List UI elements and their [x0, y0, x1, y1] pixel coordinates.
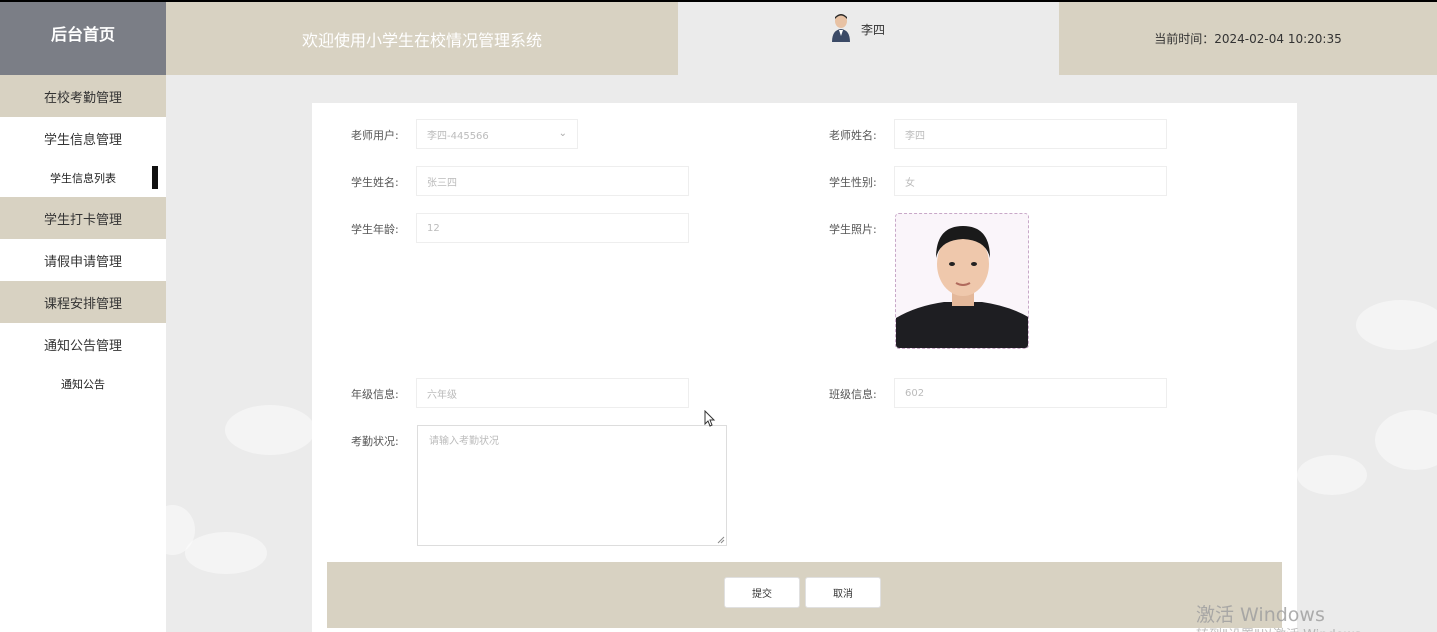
submit-button[interactable]: 提交	[724, 577, 800, 608]
student-photo-upload[interactable]	[895, 213, 1029, 349]
teacher-user-label: 老师用户:	[351, 129, 399, 142]
windows-activation-hint: 转到"设置"以激活 Windows	[1196, 624, 1361, 632]
sidebar-subitem-notice[interactable]: 通知公告	[0, 365, 166, 403]
teacher-name-field[interactable]: 李四	[894, 119, 1167, 149]
top-bar: 后台首页 欢迎使用小学生在校情况管理系统 李四 当前时间：2024-02-04 …	[0, 0, 1437, 75]
chevron-down-icon: ⌄	[558, 128, 567, 139]
system-title: 欢迎使用小学生在校情况管理系统	[166, 0, 678, 75]
sidebar: 在校考勤管理 学生信息管理 学生信息列表 学生打卡管理 请假申请管理 课程安排管…	[0, 75, 166, 632]
student-name-field[interactable]: 张三四	[416, 166, 689, 196]
bg-circle	[225, 405, 315, 455]
bg-circle	[1297, 455, 1367, 495]
sidebar-item-attendance[interactable]: 在校考勤管理	[0, 75, 166, 117]
active-indicator	[152, 166, 158, 189]
sidebar-subitem-label: 学生信息列表	[50, 172, 116, 185]
bg-circle	[185, 532, 267, 574]
mouse-cursor-icon	[704, 410, 716, 427]
bg-circle	[1375, 410, 1437, 470]
sidebar-item-notice[interactable]: 通知公告管理	[0, 323, 166, 365]
resize-handle-icon[interactable]	[717, 536, 725, 544]
student-age-field[interactable]: 12	[416, 213, 689, 243]
teacher-user-value: 李四-445566	[427, 130, 489, 142]
bg-circle	[1356, 300, 1437, 350]
form-panel: 老师用户: 李四-445566 ⌄ 老师姓名: 李四 学生姓名: 张三四 学生性…	[312, 103, 1297, 632]
teacher-user-select[interactable]: 李四-445566 ⌄	[416, 119, 578, 149]
sidebar-subitem-student-list[interactable]: 学生信息列表	[0, 159, 166, 197]
windows-activation-watermark: 激活 Windows	[1196, 604, 1325, 626]
attendance-textarea[interactable]: 请输入考勤状况	[417, 425, 727, 546]
class-label: 班级信息:	[829, 388, 877, 401]
sidebar-subitem-label: 通知公告	[61, 378, 105, 391]
user-avatar-icon	[832, 14, 850, 42]
student-gender-label: 学生性别:	[829, 176, 877, 189]
sidebar-item-student-info[interactable]: 学生信息管理	[0, 117, 166, 159]
student-photo-image	[896, 214, 1028, 348]
cancel-button[interactable]: 取消	[805, 577, 881, 608]
attendance-label: 考勤状况:	[351, 435, 399, 448]
student-name-label: 学生姓名:	[351, 176, 399, 189]
sidebar-item-course[interactable]: 课程安排管理	[0, 281, 166, 323]
home-link[interactable]: 后台首页	[0, 0, 166, 75]
student-age-label: 学生年龄:	[351, 223, 399, 236]
form-footer: 提交 取消	[327, 562, 1282, 628]
teacher-name-label: 老师姓名:	[829, 129, 877, 142]
student-gender-field[interactable]: 女	[894, 166, 1167, 196]
user-box[interactable]: 李四	[678, 0, 1059, 75]
student-photo-label: 学生照片:	[829, 223, 877, 236]
sidebar-item-checkin[interactable]: 学生打卡管理	[0, 197, 166, 239]
grade-field[interactable]: 六年级	[416, 378, 689, 408]
user-name: 李四	[861, 23, 886, 37]
grade-label: 年级信息:	[351, 388, 399, 401]
current-time: 当前时间：2024-02-04 10:20:35	[1059, 0, 1437, 75]
sidebar-item-leave[interactable]: 请假申请管理	[0, 239, 166, 281]
class-field[interactable]: 602	[894, 378, 1167, 408]
attendance-placeholder: 请输入考勤状况	[429, 436, 499, 447]
